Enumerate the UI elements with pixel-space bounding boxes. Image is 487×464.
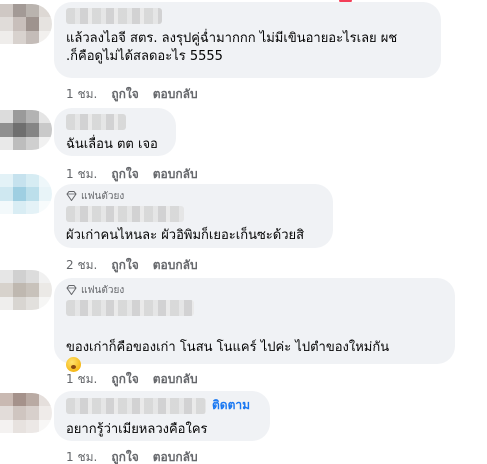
badge-label: แฟนตัวยง [81, 284, 125, 296]
reply-button[interactable]: ตอบกลับ [153, 448, 198, 464]
fan-badge[interactable]: แฟนตัวยง [66, 283, 443, 297]
comment-bubble: ฉันเลื่อน ตต เจอ [54, 108, 176, 156]
comment-text: แล้วลงไอจี สตร. ลงรุปคู่ฉ่ำมากกก ไม่มีเข… [66, 31, 398, 64]
comment-time[interactable]: 1 ชม. [66, 370, 97, 389]
avatar[interactable] [0, 393, 52, 433]
comment-bubble: แล้วลงไอจี สตร. ลงรุปคู่ฉ่ำมากกก ไม่มีเข… [54, 2, 441, 78]
comment-time[interactable]: 1 ชม. [66, 165, 97, 184]
avatar[interactable] [0, 174, 52, 214]
comment-time[interactable]: 1 ชม. [66, 85, 97, 104]
reply-button[interactable]: ตอบกลับ [153, 85, 198, 104]
author-name[interactable] [66, 397, 206, 414]
comment-text: อยากรู้ว่าเมียหลวงคือใคร [66, 422, 208, 437]
reply-button[interactable]: ตอบกลับ [153, 256, 198, 275]
comment-actions: 1 ชม. ถูกใจ ตอบกลับ [66, 86, 198, 102]
comment-text: ฉันเลื่อน ตต เจอ [66, 137, 158, 152]
fan-badge[interactable]: แฟนตัวยง [66, 189, 321, 203]
author-name[interactable] [66, 114, 126, 130]
like-button[interactable]: ถูกใจ [111, 165, 138, 184]
avatar[interactable] [0, 4, 52, 44]
diamond-icon [66, 191, 77, 201]
comment-text-body: ของเก่าก็คือของเก่า โนสน โนแคร์ ไปค่ะ ไป… [66, 340, 390, 355]
like-button[interactable]: ถูกใจ [111, 85, 138, 104]
reply-button[interactable]: ตอบกลับ [153, 165, 198, 184]
comment-time[interactable]: 2 ชม. [66, 256, 97, 275]
like-button[interactable]: ถูกใจ [111, 256, 138, 275]
badge-label: แฟนตัวยง [81, 190, 125, 202]
avatar[interactable] [0, 110, 52, 150]
follow-button[interactable]: ติดตาม [212, 396, 250, 415]
avatar[interactable] [0, 270, 52, 310]
comment-text: ผัวเก่าคนไหนละ ผัวอิพิมก็เยอะเก็นซะด้วยส… [66, 228, 305, 243]
comment-time[interactable]: 1 ชม. [66, 448, 97, 464]
comment-bubble: แฟนตัวยง ผัวเก่าคนไหนละ ผัวอิพิมก็เยอะเก… [54, 184, 333, 248]
comment-bubble: แฟนตัวยง ของเก่าก็คือของเก่า โนสน โนแคร์… [54, 278, 455, 408]
comment-actions: 1 ชม. ถูกใจ ตอบกลับ [66, 371, 198, 387]
author-name[interactable] [66, 300, 194, 316]
author-name[interactable] [66, 8, 162, 24]
diamond-icon [66, 285, 77, 295]
comment-actions: 1 ชม. ถูกใจ ตอบกลับ [66, 166, 198, 182]
comment-actions: 1 ชม. ถูกใจ ตอบกลับ [66, 449, 198, 464]
like-button[interactable]: ถูกใจ [111, 370, 138, 389]
reply-button[interactable]: ตอบกลับ [153, 370, 198, 389]
like-button[interactable]: ถูกใจ [111, 448, 138, 464]
author-name[interactable] [66, 206, 184, 222]
comment-bubble: ติดตาม อยากรู้ว่าเมียหลวงคือใคร [54, 391, 270, 441]
comment-actions: 2 ชม. ถูกใจ ตอบกลับ [66, 257, 198, 273]
